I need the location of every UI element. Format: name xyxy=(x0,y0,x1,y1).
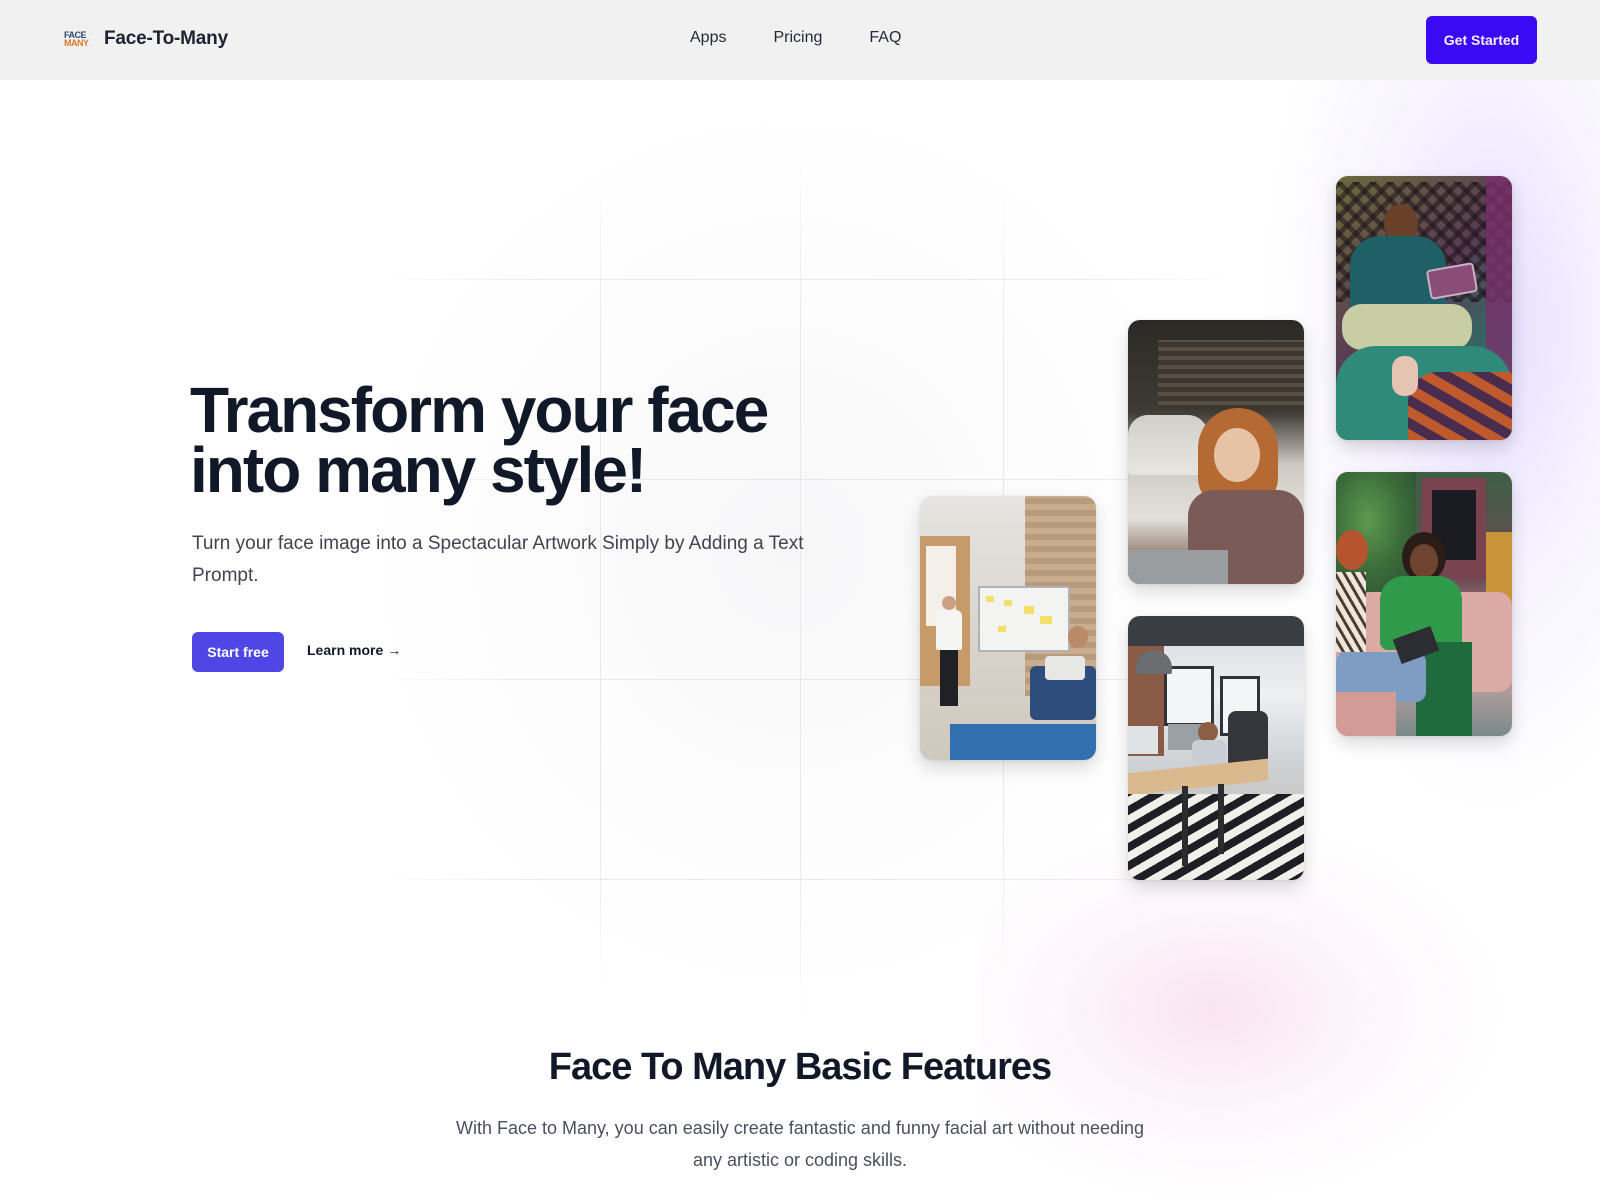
nav-apps[interactable]: Apps xyxy=(690,29,726,47)
site-header: FACE MANY Face-To-Many Apps Pricing FAQ … xyxy=(0,0,1600,80)
nav-pricing[interactable]: Pricing xyxy=(773,29,822,47)
gallery-photo-man-with-tablet xyxy=(1336,176,1512,440)
learn-more-label: Learn more xyxy=(307,642,384,658)
get-started-button[interactable]: Get Started xyxy=(1426,16,1537,64)
gallery-photo-women-on-sofa xyxy=(1336,472,1512,736)
logo-link[interactable]: FACE MANY Face-To-Many xyxy=(64,26,228,52)
main-nav: Apps Pricing FAQ xyxy=(690,29,901,47)
gallery-photo-woman-laptop-cafe xyxy=(1128,320,1304,584)
gallery-photo-open-office-desks xyxy=(1128,616,1304,880)
nav-faq[interactable]: FAQ xyxy=(869,29,901,47)
features-title: Face To Many Basic Features xyxy=(548,1046,1052,1088)
arrow-right-icon: → xyxy=(387,642,402,658)
brand-name: Face-To-Many xyxy=(104,28,228,49)
gallery-photo-team-whiteboard-meeting xyxy=(920,496,1096,760)
hero-title-line2: into many style! xyxy=(190,434,647,506)
logo-icon: FACE MANY xyxy=(64,30,89,48)
start-free-button[interactable]: Start free xyxy=(192,632,284,672)
learn-more-link[interactable]: Learn more → xyxy=(307,642,401,658)
features-subtitle: With Face to Many, you can easily create… xyxy=(455,1118,1145,1170)
hero-subtitle: Turn your face image into a Spectacular … xyxy=(192,533,804,586)
hero-title: Transform your face into many style! xyxy=(190,378,890,502)
